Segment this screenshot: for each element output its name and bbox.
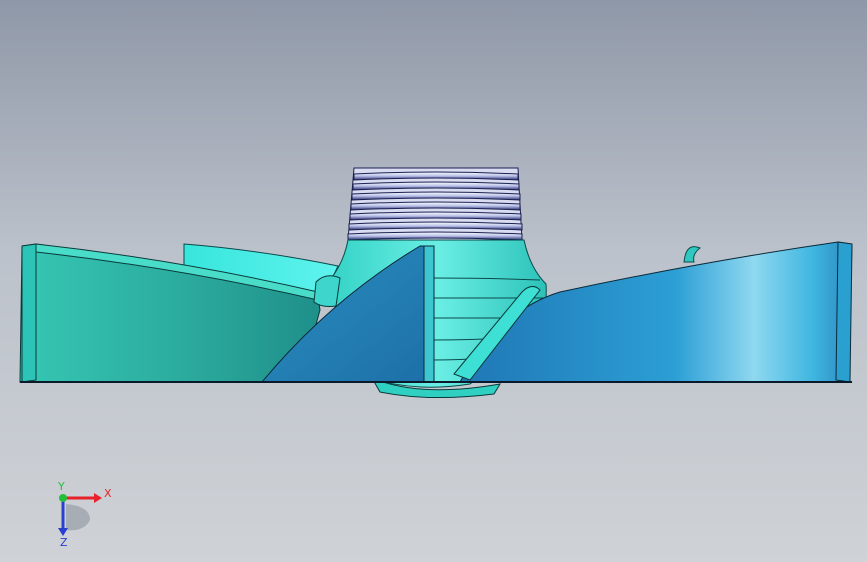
x-axis-arrow-icon — [94, 493, 102, 503]
z-axis-arrow-icon — [58, 528, 68, 536]
x-axis-label: X — [104, 487, 112, 500]
threaded-shaft — [347, 167, 523, 241]
y-axis-dot-icon — [59, 494, 67, 502]
blade-left-edge — [21, 243, 37, 383]
graphics-viewport[interactable]: X Y Z — [0, 0, 867, 562]
axis-triad: X Y Z — [57, 480, 112, 548]
blade-right-edge — [835, 241, 853, 383]
hub-fin-left — [313, 275, 341, 307]
triad-shadow — [66, 504, 90, 531]
impeller-model[interactable] — [0, 0, 867, 562]
z-axis-label: Z — [60, 536, 68, 548]
blade-center-edge — [423, 245, 435, 383]
y-axis-label: Y — [57, 480, 65, 493]
back-blade-right-tip — [683, 246, 701, 263]
